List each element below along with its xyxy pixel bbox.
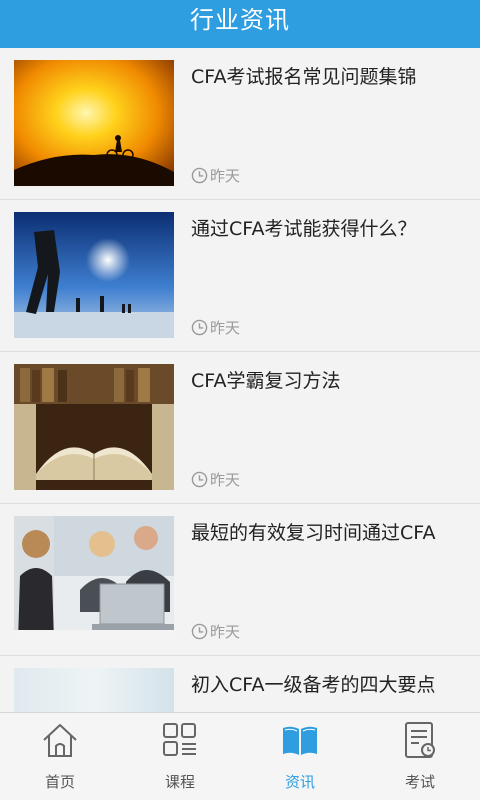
tab-news[interactable]: 资讯: [240, 713, 360, 800]
exam-icon: [405, 722, 435, 758]
news-title[interactable]: 通过CFA考试能获得什么？: [191, 216, 466, 242]
grid-list-icon: [163, 723, 196, 756]
book-icon: [283, 726, 317, 755]
tab-courses-label: 课程: [164, 773, 195, 791]
news-time: 昨天: [210, 471, 241, 489]
news-time: 昨天: [210, 167, 241, 185]
news-title[interactable]: CFA考试报名常见问题集锦: [191, 64, 466, 90]
app-screen: 行业资讯 CFA考试报名常见问题集锦 昨天 通过CFA考试能获得什么？ 昨天 C…: [0, 0, 480, 800]
news-title[interactable]: 最短的有效复习时间通过CFA: [191, 520, 466, 546]
news-item[interactable]: 最短的有效复习时间通过CFA 昨天: [0, 504, 480, 656]
tab-home-label: 首页: [44, 773, 75, 791]
home-icon: [43, 724, 77, 757]
news-meta: 昨天: [191, 317, 240, 338]
clock-icon: [191, 319, 208, 336]
clock-icon: [191, 623, 208, 640]
news-title[interactable]: 初入CFA一级备考的四大要点: [191, 672, 466, 698]
news-item[interactable]: 通过CFA考试能获得什么？ 昨天: [0, 200, 480, 352]
news-meta: 昨天: [191, 469, 240, 490]
news-title[interactable]: CFA学霸复习方法: [191, 368, 466, 394]
news-thumbnail: [14, 668, 174, 712]
bottom-tab-bar: 首页 课程 资讯 考试: [0, 712, 480, 800]
news-thumbnail: [14, 516, 174, 642]
news-time: 昨天: [210, 623, 241, 641]
news-time: 昨天: [210, 319, 241, 337]
tab-news-label: 资讯: [284, 773, 315, 791]
clock-icon: [191, 471, 208, 488]
news-list[interactable]: CFA考试报名常见问题集锦 昨天 通过CFA考试能获得什么？ 昨天 CFA学霸复…: [0, 48, 480, 712]
header-bar: 行业资讯: [0, 0, 480, 48]
news-item[interactable]: 初入CFA一级备考的四大要点: [0, 656, 480, 712]
tab-home[interactable]: 首页: [0, 713, 120, 800]
tab-courses[interactable]: 课程: [120, 713, 240, 800]
page-title: 行业资讯: [190, 5, 290, 34]
news-thumbnail: [14, 60, 174, 186]
tab-exam[interactable]: 考试: [360, 713, 480, 800]
news-item[interactable]: CFA考试报名常见问题集锦 昨天: [0, 48, 480, 200]
news-meta: 昨天: [191, 165, 240, 186]
news-meta: 昨天: [191, 621, 240, 642]
tab-exam-label: 考试: [404, 773, 435, 791]
news-thumbnail: [14, 364, 174, 490]
news-item[interactable]: CFA学霸复习方法 昨天: [0, 352, 480, 504]
news-thumbnail: [14, 212, 174, 338]
clock-icon: [191, 167, 208, 184]
